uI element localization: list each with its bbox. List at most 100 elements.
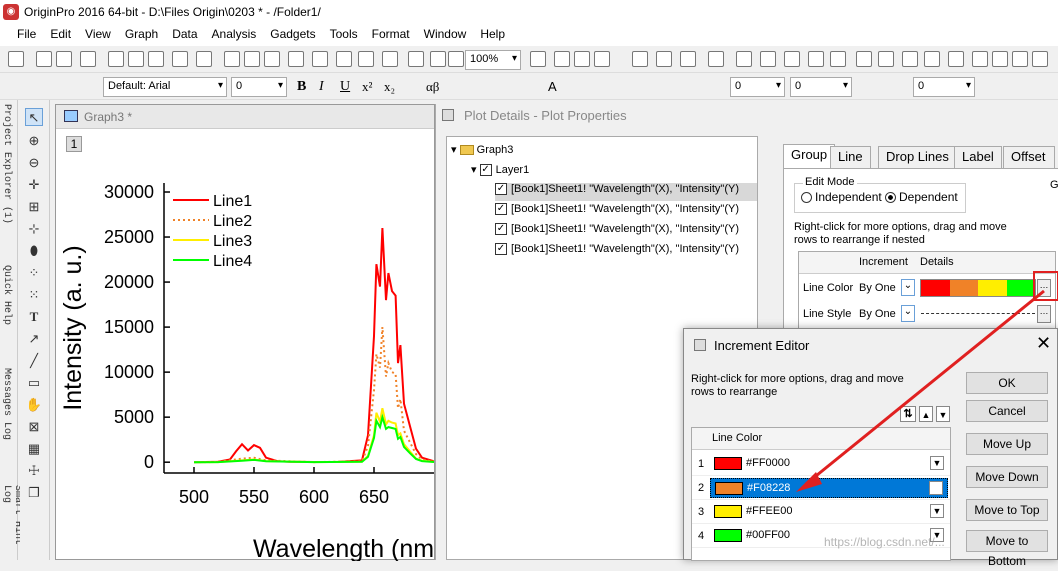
toolbar-icon[interactable] [80,51,96,67]
checkbox-plot-4[interactable]: ✓ [495,243,507,256]
menu-tools[interactable]: Tools [323,24,365,44]
toolbar-icon[interactable] [358,51,374,67]
mask-tool-icon[interactable]: ⁘ [25,264,43,282]
region-tool-icon[interactable]: ⬮ [25,242,43,260]
toolbar-icon[interactable] [856,51,872,67]
toolbar-icon[interactable] [574,51,590,67]
close-icon[interactable]: ✕ [1036,333,1051,354]
subscript-icon[interactable]: x₂ [384,79,395,95]
toolbar-icon[interactable] [554,51,570,67]
graph-window[interactable]: Graph3 * 1 0 5000 10000 15000 20000 25000 3000… [55,104,435,561]
layer-tool-icon[interactable]: ❐ [25,484,43,502]
toolbar-icon[interactable] [878,51,894,67]
checkbox-plot-2[interactable]: ✓ [495,203,507,216]
underline-icon[interactable]: U [340,79,350,95]
font-color-icon[interactable]: A [548,79,557,94]
rectangle-tool-icon[interactable]: ▭ [25,374,43,392]
toolbar-icon[interactable] [312,51,328,67]
toolbar-icon[interactable] [1012,51,1028,67]
font-combo[interactable]: Default: Arial [103,77,227,97]
toolbar-icon[interactable] [382,51,398,67]
toolbar-icon[interactable] [680,51,696,67]
line-chart[interactable]: 0 5000 10000 15000 20000 25000 30000 500 550 600 6… [56,129,434,561]
toolbar-icon[interactable] [972,51,988,67]
toolbar-icon[interactable] [408,51,424,67]
table-row[interactable]: Line Color By One ⌄ … [799,276,1055,300]
toolbar-icon[interactable] [8,51,24,67]
down-arrow-icon[interactable]: ▼ [936,406,950,422]
toolbar-icon[interactable] [36,51,52,67]
toolbar-icon[interactable] [448,51,464,67]
tab-label[interactable]: Label [954,146,1002,168]
color-dropdown-icon[interactable]: ▼ [930,504,944,518]
increment-value[interactable]: By One [859,308,896,320]
checkbox-plot-3[interactable]: ✓ [495,223,507,236]
toolbar-icon[interactable] [336,51,352,67]
cancel-button[interactable]: Cancel [966,400,1048,422]
annotation-tool-icon[interactable]: ⊠ [25,418,43,436]
line-style-browse-button[interactable]: … [1037,305,1051,323]
toolbar-icon[interactable] [264,51,280,67]
menu-window[interactable]: Window [417,24,474,44]
arrow-tool-icon[interactable]: ↗ [25,330,43,348]
tree-node-plot[interactable]: ✓ [Book1]Sheet1! "Wavelength"(X), "Intens… [495,183,757,201]
color-list-row[interactable]: 3 #FFEE00 ▼ [692,500,950,524]
move-up-button[interactable]: Move Up [966,433,1048,455]
text-tool-icon[interactable]: T [25,308,43,326]
menu-gadgets[interactable]: Gadgets [263,24,322,44]
messages-log-tab[interactable]: Messages Log [1,368,12,440]
ok-button[interactable]: OK [966,372,1048,394]
toolbar-icon[interactable] [760,51,776,67]
hand-tool-icon[interactable]: ✋ [25,396,43,414]
toolbar-icon[interactable] [708,51,724,67]
toolbar-icon[interactable] [784,51,800,67]
tab-drop-lines[interactable]: Drop Lines [878,146,957,168]
move-tool-icon[interactable]: ☩ [25,462,43,480]
menu-view[interactable]: View [78,24,118,44]
data-selector-icon[interactable]: ⁙ [25,286,43,304]
tab-group[interactable]: Group [783,144,836,168]
color-list-preview[interactable] [920,279,1036,297]
screen-reader-tool-icon[interactable]: ⊞ [25,198,43,216]
tree-node-plot[interactable]: ✓ [Book1]Sheet1! "Wavelength"(X), "Intens… [495,223,739,241]
color-cell[interactable]: #FFEE00 ▼ [710,502,948,522]
color-list-row[interactable]: 1 #FF0000 ▼ [692,452,950,476]
up-arrow-icon[interactable]: ▲ [919,406,933,422]
menu-help[interactable]: Help [473,24,512,44]
menu-data[interactable]: Data [165,24,204,44]
toolbar-icon[interactable] [594,51,610,67]
toolbar-icon[interactable] [244,51,260,67]
move-down-button[interactable]: Move Down [966,466,1048,488]
tree-node-plot[interactable]: ✓ [Book1]Sheet1! "Wavelength"(X), "Intens… [495,203,739,221]
color-dropdown-icon[interactable]: ▼ [929,481,943,495]
menu-file[interactable]: File [10,24,43,44]
toolbar-icon[interactable] [196,51,212,67]
color-cell[interactable]: #F08228 ▼ [710,478,948,498]
toolbar-icon[interactable] [530,51,546,67]
line-tool-icon[interactable]: ╱ [25,352,43,370]
menu-edit[interactable]: Edit [43,24,78,44]
size-combo-2[interactable]: 0 [790,77,852,97]
toolbar-icon[interactable] [288,51,304,67]
zoom-out-tool-icon[interactable]: ⊖ [25,154,43,172]
toolbar-icon[interactable] [830,51,846,67]
color-dropdown-icon[interactable]: ▼ [930,456,944,470]
menu-format[interactable]: Format [365,24,417,44]
toolbar-icon[interactable] [128,51,144,67]
menu-analysis[interactable]: Analysis [205,24,264,44]
bold-icon[interactable]: B [297,79,306,95]
toolbar-icon[interactable] [948,51,964,67]
toolbar-icon[interactable] [924,51,940,67]
checkbox-plot-1[interactable]: ✓ [495,183,507,196]
toolbar-icon[interactable] [56,51,72,67]
toolbar-icon[interactable] [224,51,240,67]
data-reader-tool-icon[interactable]: ⊹ [25,220,43,238]
toolbar-icon[interactable] [992,51,1008,67]
color-cell[interactable]: #FF0000 ▼ [710,454,948,474]
toolbar-icon[interactable] [430,51,446,67]
toolbar-icon[interactable] [148,51,164,67]
increment-dropdown-icon[interactable]: ⌄ [901,279,915,296]
line-width-combo[interactable]: 0 [730,77,785,97]
zoom-in-tool-icon[interactable]: ⊕ [25,132,43,150]
move-to-top-button[interactable]: Move to Top [966,499,1048,521]
